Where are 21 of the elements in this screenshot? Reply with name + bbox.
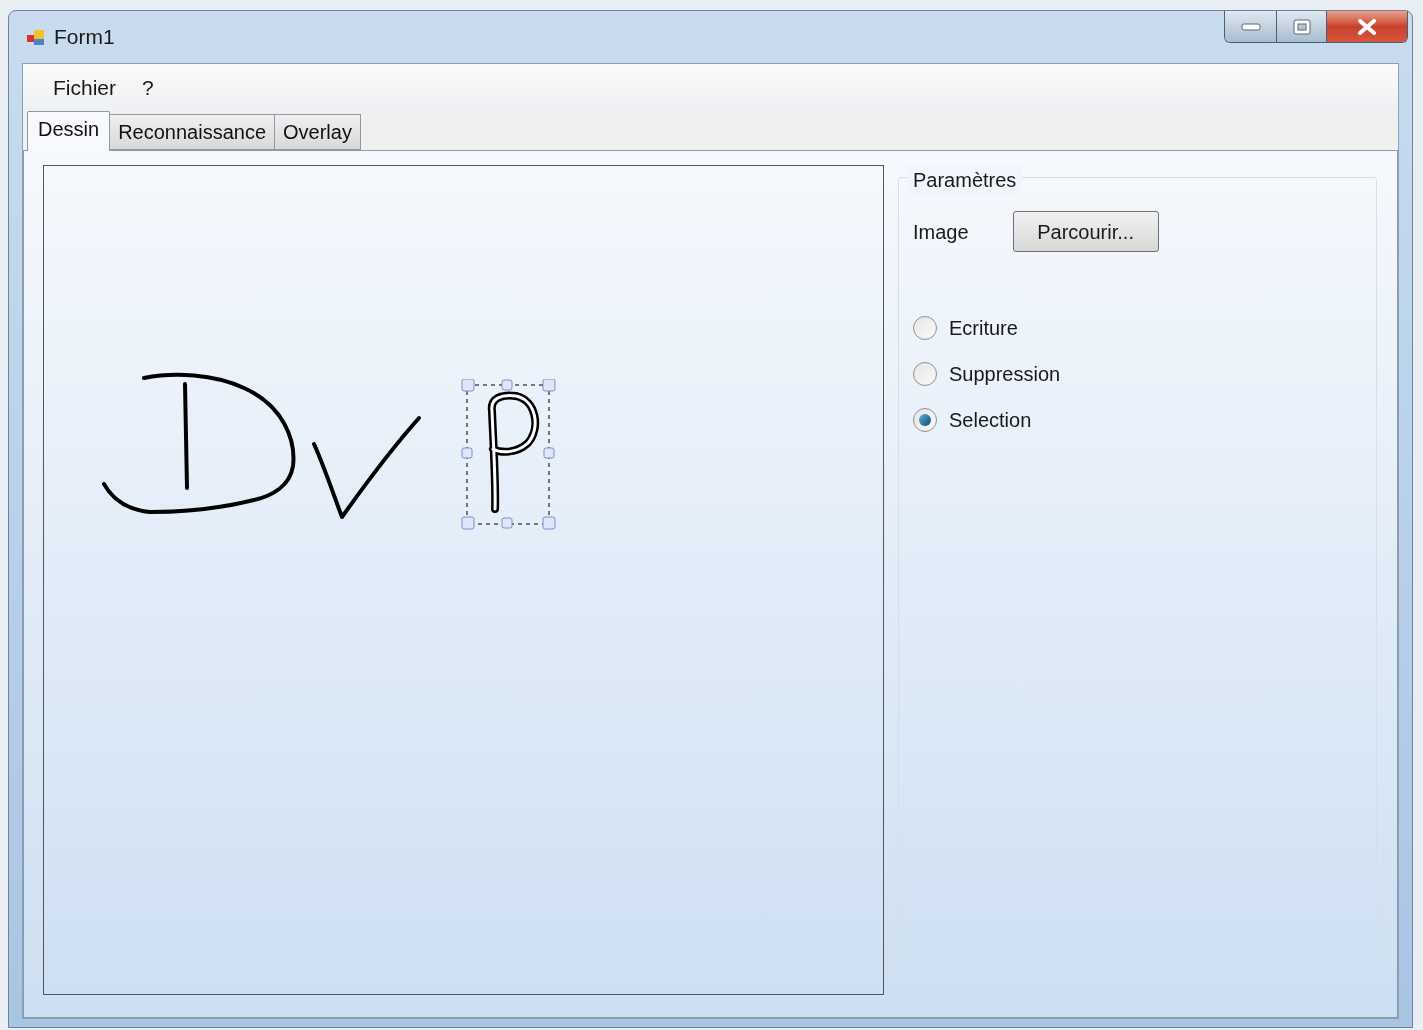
radio-option[interactable]: Suppression xyxy=(913,358,1061,390)
menu-item[interactable]: Fichier xyxy=(41,67,128,108)
tab[interactable]: Reconnaissance xyxy=(109,114,275,150)
radio-button[interactable] xyxy=(913,408,937,432)
app-icon xyxy=(26,27,46,47)
minimize-button[interactable] xyxy=(1225,11,1277,42)
tab[interactable]: Overlay xyxy=(274,114,361,150)
maximize-button[interactable] xyxy=(1277,11,1327,42)
image-label: Image xyxy=(913,219,969,245)
radio-option[interactable]: Selection xyxy=(913,404,1032,436)
radio-option[interactable]: Ecriture xyxy=(913,312,1018,344)
radio-button[interactable] xyxy=(913,316,937,340)
browse-button[interactable]: Parcourir... xyxy=(1012,211,1159,252)
minimize-icon xyxy=(1240,22,1261,31)
close-icon xyxy=(1357,18,1377,35)
radio-button[interactable] xyxy=(913,362,937,386)
tab[interactable]: Dessin xyxy=(27,111,111,151)
maximize-icon xyxy=(1292,18,1311,35)
close-button[interactable] xyxy=(1327,11,1407,42)
window-title: Form1 xyxy=(54,24,115,51)
menu-item[interactable]: ? xyxy=(130,67,166,108)
